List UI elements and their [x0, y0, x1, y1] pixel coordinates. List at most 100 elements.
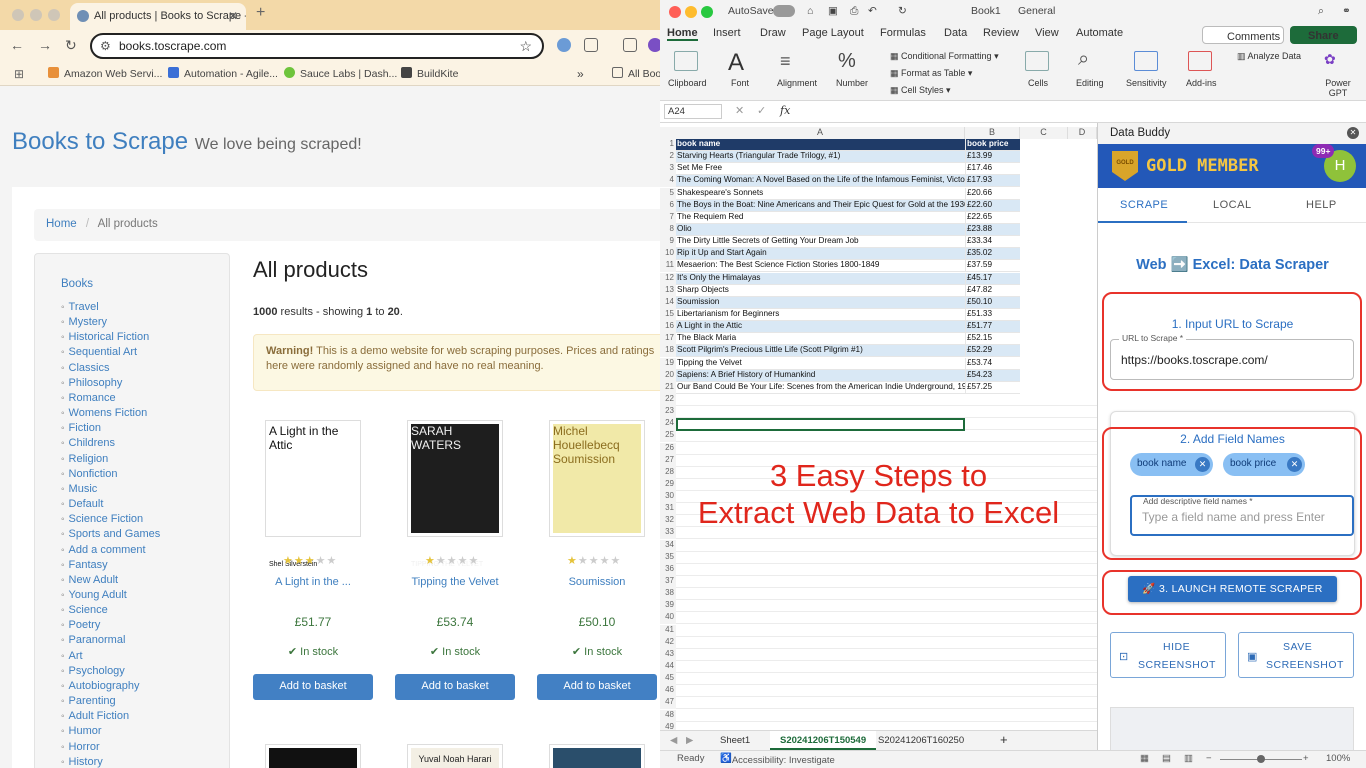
add-sheet-icon[interactable]: + — [1000, 732, 1008, 747]
power-gpt-icon[interactable]: ✿ — [1324, 51, 1336, 68]
bookmark-all[interactable]: All Bookmarks — [612, 67, 660, 80]
zoom-level[interactable]: 100% — [1326, 753, 1350, 764]
category-link[interactable]: Music — [61, 482, 160, 497]
addins-icon[interactable] — [1188, 51, 1212, 71]
row-header[interactable]: 18 — [660, 345, 676, 358]
accessibility-status[interactable]: ♿ Accessibility: Investigate — [720, 753, 835, 766]
tab-formulas[interactable]: Formulas — [880, 27, 926, 39]
column-header-b[interactable]: B — [965, 127, 1020, 139]
cell-book-name[interactable]: Set Me Free — [676, 163, 965, 176]
cells-label[interactable]: Cells — [1028, 78, 1048, 88]
apps-grid-icon[interactable]: ⊞ — [14, 67, 24, 81]
sidebar-books-link[interactable]: Books — [61, 278, 93, 290]
media-icon[interactable] — [623, 38, 637, 52]
row-header[interactable]: 47 — [660, 697, 676, 710]
tab-insert[interactable]: Insert — [713, 27, 741, 39]
bookmark-saucelabs[interactable]: Sauce Labs | Dash... — [284, 67, 397, 80]
back-arrow-icon[interactable]: ← — [10, 37, 24, 53]
cell-book-name[interactable]: Soumission — [676, 296, 965, 309]
sheet-tab-3[interactable]: S20241206T160250 — [878, 735, 964, 746]
row-header[interactable]: 48 — [660, 709, 676, 722]
row-header[interactable]: 1 — [660, 139, 676, 151]
row-header[interactable]: 9 — [660, 236, 676, 249]
launch-scraper-button[interactable]: 🚀 3. LAUNCH REMOTE SCRAPER — [1128, 576, 1337, 602]
category-link[interactable]: History — [61, 755, 160, 768]
row-header[interactable]: 2 — [660, 151, 676, 164]
font-label[interactable]: Font — [731, 78, 749, 88]
row-header[interactable]: 14 — [660, 296, 676, 309]
category-link[interactable]: Autobiography — [61, 679, 160, 694]
zoom-window-dot[interactable] — [701, 6, 713, 18]
cell-book-price[interactable]: £57.25 — [965, 381, 1020, 394]
editing-search-icon[interactable]: ⌕ — [1078, 48, 1089, 71]
redo-icon[interactable]: ↻ — [898, 5, 907, 17]
tab-data[interactable]: Data — [944, 27, 967, 39]
row-header[interactable]: 22 — [660, 393, 676, 406]
field-chip-book-price[interactable]: book price ✕ — [1223, 453, 1305, 476]
clipboard-label[interactable]: Clipboard — [668, 78, 707, 88]
site-brand[interactable]: Books to Scrape We love being scraped! — [12, 128, 362, 156]
function-icon[interactable]: fx — [780, 104, 790, 117]
tab-automate[interactable]: Automate — [1076, 27, 1123, 39]
prev-sheet-icon[interactable]: ◀ — [670, 735, 677, 746]
cell-book-name[interactable]: Starving Hearts (Triangular Trade Trilog… — [676, 151, 965, 164]
column-header-a[interactable]: A — [676, 127, 965, 139]
number-icon[interactable]: % — [838, 50, 856, 73]
tab-local[interactable]: LOCAL — [1213, 199, 1252, 211]
row-header[interactable]: 13 — [660, 284, 676, 297]
save-screenshot-button[interactable]: ▣ SAVE SCREENSHOT — [1238, 632, 1354, 678]
category-link[interactable]: Paranormal — [61, 633, 160, 648]
book-cover-image[interactable]: A Light in the Attic Shel Silverstein — [265, 420, 361, 568]
cell-book-price[interactable]: £52.15 — [965, 333, 1020, 346]
category-link[interactable]: Humor — [61, 724, 160, 739]
puzzle-extensions-icon[interactable] — [584, 38, 598, 52]
normal-view-icon[interactable]: ▦ — [1140, 753, 1149, 764]
column-header-d[interactable]: D — [1068, 127, 1097, 139]
cell-book-price[interactable]: £33.34 — [965, 236, 1020, 249]
cell-book-name[interactable]: Mesaerion: The Best Science Fiction Stor… — [676, 260, 965, 273]
format-as-table-button[interactable]: ▦ Format as Table ▾ — [890, 68, 972, 79]
row-header[interactable]: 26 — [660, 442, 676, 455]
row-header[interactable]: 36 — [660, 563, 676, 576]
field-name-input[interactable]: Add descriptive field names * Type a fie… — [1130, 495, 1354, 536]
category-link[interactable]: Science — [61, 603, 160, 618]
cell-book-price[interactable]: £52.29 — [965, 345, 1020, 358]
tab-help[interactable]: HELP — [1306, 199, 1337, 211]
row-header[interactable]: 11 — [660, 260, 676, 273]
font-icon[interactable]: A — [728, 49, 744, 77]
field-chip-book-name[interactable]: book name ✕ — [1130, 453, 1213, 476]
cell-book-price[interactable]: £50.10 — [965, 296, 1020, 309]
category-link[interactable]: Adult Fiction — [61, 709, 160, 724]
power-gpt-label[interactable]: Power GPT — [1324, 78, 1352, 98]
sheet-tab-1[interactable]: Sheet1 — [720, 735, 750, 746]
zoom-slider-handle[interactable] — [1257, 755, 1265, 763]
new-tab-icon[interactable]: + — [256, 4, 265, 22]
row-header[interactable]: 15 — [660, 308, 676, 321]
cell-book-name[interactable]: Libertarianism for Beginners — [676, 308, 965, 321]
cell-book-price[interactable]: £22.65 — [965, 211, 1020, 224]
row-header[interactable]: 46 — [660, 685, 676, 698]
row-header[interactable]: 23 — [660, 406, 676, 419]
row-header[interactable]: 44 — [660, 661, 676, 674]
cell-book-name[interactable]: Tipping the Velvet — [676, 357, 965, 370]
cell-book-name[interactable]: Sapiens: A Brief History of Humankind — [676, 369, 965, 382]
cell-book-name[interactable]: Scott Pilgrim's Precious Little Life (Sc… — [676, 345, 965, 358]
hide-screenshot-button[interactable]: ⊡ HIDE SCREENSHOT — [1110, 632, 1226, 678]
sensitivity-icon[interactable] — [1134, 51, 1158, 71]
name-box[interactable]: A24 — [664, 104, 722, 119]
book-cover-image[interactable]: Michel Houellebecq Soumission — [549, 420, 645, 537]
cell-book-name[interactable]: The Requiem Red — [676, 211, 965, 224]
tab-draw[interactable]: Draw — [760, 27, 786, 39]
cell-book-name[interactable]: Rip it Up and Start Again — [676, 248, 965, 261]
row-header[interactable]: 17 — [660, 333, 676, 346]
zoom-in-icon[interactable]: + — [1303, 753, 1309, 764]
row-header[interactable]: 12 — [660, 272, 676, 285]
category-link[interactable]: Young Adult — [61, 588, 160, 603]
row-header[interactable]: 5 — [660, 187, 676, 200]
row-header[interactable]: 37 — [660, 576, 676, 589]
close-pane-icon[interactable]: ✕ — [1347, 127, 1359, 139]
url-input[interactable]: URL to Scrape * https://books.toscrape.c… — [1110, 333, 1354, 380]
category-link[interactable]: Fiction — [61, 421, 160, 436]
remove-chip-icon[interactable]: ✕ — [1287, 457, 1302, 472]
tab-home[interactable]: Home — [667, 27, 698, 41]
